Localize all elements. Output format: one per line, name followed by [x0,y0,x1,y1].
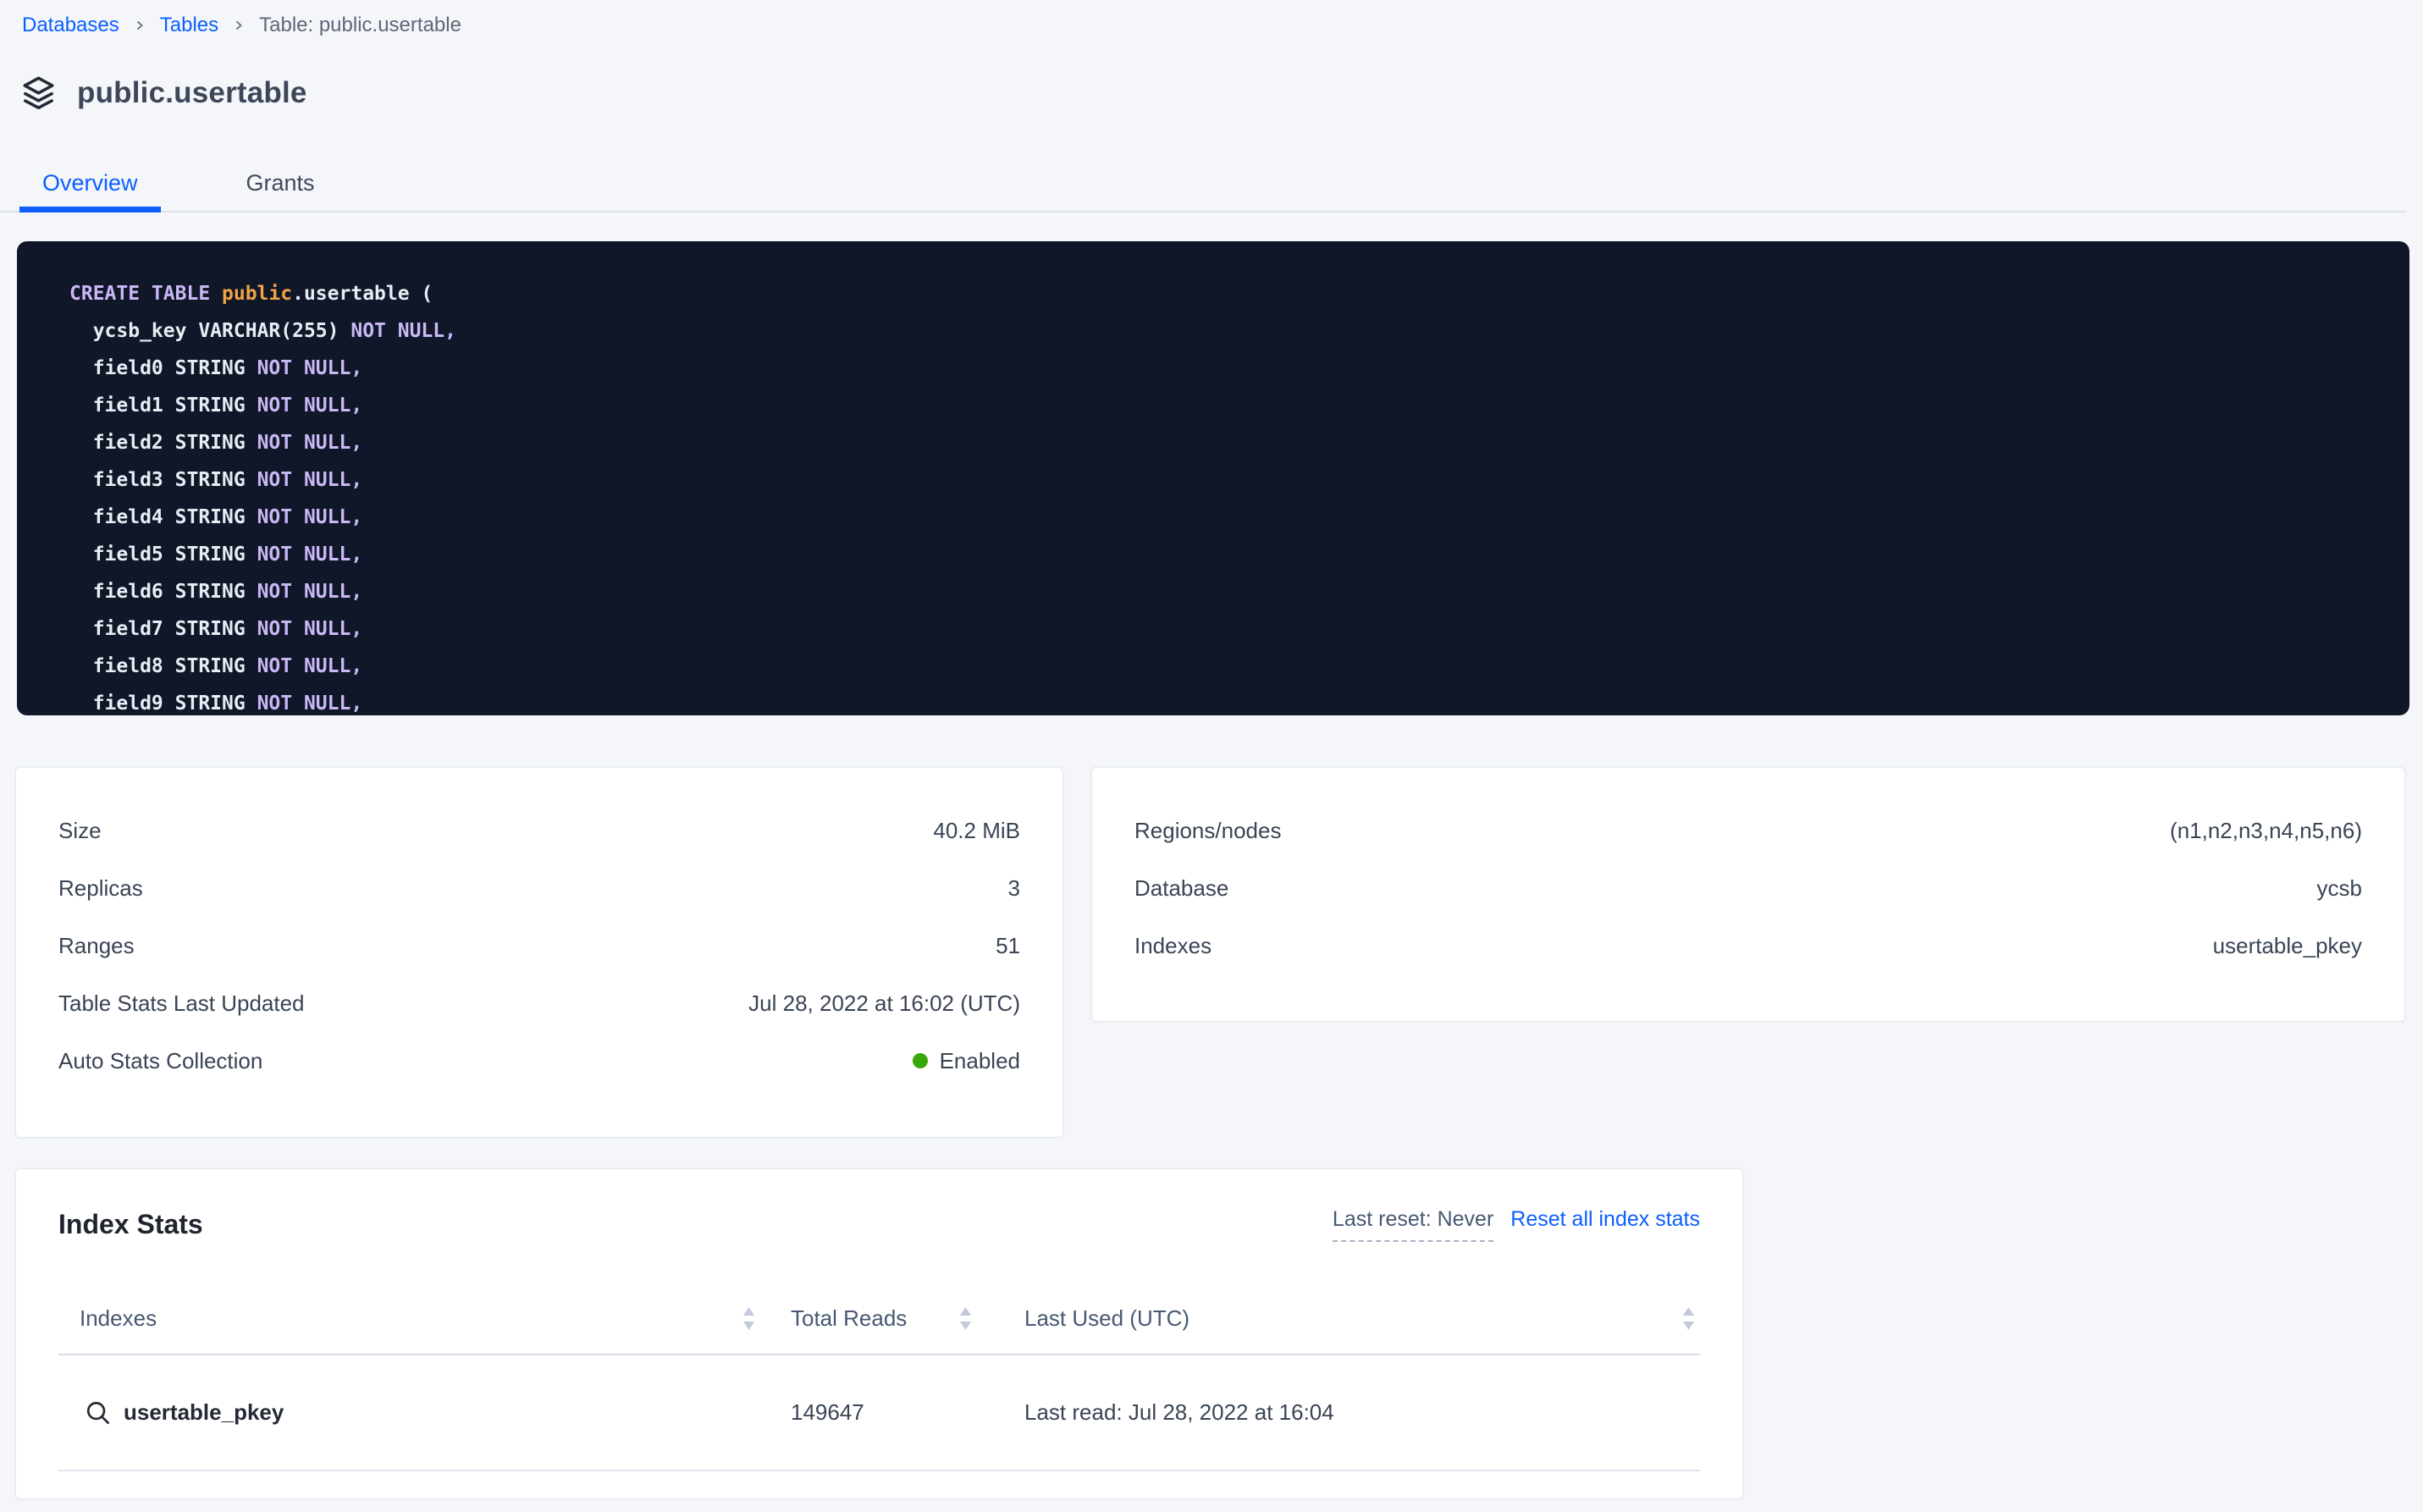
breadcrumb: Databases Tables Table: public.usertable [0,0,2423,39]
summary-value: usertable_pkey [2213,933,2362,959]
last-used-cell: Last read: Jul 28, 2022 at 16:04 [1004,1399,1700,1426]
index-name: usertable_pkey [124,1399,284,1426]
page-title: public.usertable [77,76,307,110]
summary-row: Size 40.2 MiB [58,802,1020,859]
index-stats-card: Index Stats Last reset: Never Reset all … [15,1168,1743,1499]
summary-label: Replicas [58,875,143,902]
sort-icon [1682,1307,1695,1330]
summary-value: 40.2 MiB [933,818,1020,844]
tab-overview[interactable]: Overview [19,159,161,212]
code-line: field0 STRING NOT NULL, [69,350,2384,387]
summary-value: Enabled [913,1048,1020,1074]
summary-label: Database [1134,875,1228,902]
summary-row: Table Stats Last Updated Jul 28, 2022 at … [58,974,1020,1032]
search-icon [84,1399,113,1427]
page-header: public.usertable [19,71,2423,115]
chevron-right-icon [233,19,245,31]
summary-label: Indexes [1134,933,1212,959]
code-line: field4 STRING NOT NULL, [69,499,2384,536]
breadcrumb-current: Table: public.usertable [259,14,461,37]
sort-icon [959,1307,972,1330]
tab-bar: Overview Grants [0,159,2423,212]
summary-row: Indexes usertable_pkey [1134,917,2362,974]
breadcrumb-link-databases[interactable]: Databases [22,14,119,37]
create-table-statement: CREATE TABLE public.usertable ( ycsb_key… [17,241,2409,715]
total-reads-cell: 149647 [767,1399,1004,1426]
table-summary-card: Size 40.2 MiB Replicas 3 Ranges 51 Table Stats… [15,767,1063,1138]
column-header-indexes[interactable]: Indexes [58,1305,767,1332]
summary-value: ycsb [2317,875,2362,902]
code-line: field1 STRING NOT NULL, [69,387,2384,424]
column-header-total-reads[interactable]: Total Reads [767,1305,1004,1332]
summary-value: 51 [996,933,1020,959]
code-line: field2 STRING NOT NULL, [69,424,2384,461]
summary-label: Table Stats Last Updated [58,991,305,1017]
summary-row: Database ycsb [1134,859,2362,917]
summary-label: Auto Stats Collection [58,1048,262,1074]
summary-row: Replicas 3 [58,859,1020,917]
status-dot-icon [913,1053,928,1068]
database-summary-card: Regions/nodes (n1,n2,n3,n4,n5,n6) Database… [1091,767,2405,1022]
code-line: field6 STRING NOT NULL, [69,573,2384,610]
tab-grants[interactable]: Grants [224,159,338,212]
summary-label: Size [58,818,102,844]
summary-label: Regions/nodes [1134,818,1281,844]
summary-row: Ranges 51 [58,917,1020,974]
code-line: CREATE TABLE public.usertable ( [69,275,2384,312]
code-line: field3 STRING NOT NULL, [69,461,2384,499]
code-line: field8 STRING NOT NULL, [69,648,2384,685]
code-line: field9 STRING NOT NULL, [69,685,2384,715]
index-stats-title: Index Stats [58,1206,203,1242]
index-table-header: IndexesTotal ReadsLast Used (UTC) [58,1283,1700,1355]
summary-row: Auto Stats Collection Enabled [58,1032,1020,1090]
code-line: field5 STRING NOT NULL, [69,536,2384,573]
last-reset-info[interactable]: Last reset: Never [1333,1207,1493,1242]
stack-icon [19,74,58,113]
summary-cards: Size 40.2 MiB Replicas 3 Ranges 51 Table Stats… [15,767,2405,1138]
column-header-last-used-utc-[interactable]: Last Used (UTC) [1004,1305,1700,1332]
index-name-cell: usertable_pkey [58,1399,767,1427]
code-line: ycsb_key VARCHAR(255) NOT NULL, [69,312,2384,350]
breadcrumb-link-tables[interactable]: Tables [160,14,218,37]
chevron-right-icon [134,19,146,31]
index-table-row: usertable_pkey 149647Last read: Jul 28, 2… [58,1355,1700,1471]
summary-value: (n1,n2,n3,n4,n5,n6) [2170,818,2362,844]
sort-icon [742,1307,755,1330]
summary-value: Jul 28, 2022 at 16:02 (UTC) [748,991,1020,1017]
code-line: field7 STRING NOT NULL, [69,610,2384,648]
summary-value: 3 [1008,875,1020,902]
summary-row: Regions/nodes (n1,n2,n3,n4,n5,n6) [1134,802,2362,859]
reset-all-index-stats-link[interactable]: Reset all index stats [1510,1207,1700,1232]
summary-label: Ranges [58,933,135,959]
